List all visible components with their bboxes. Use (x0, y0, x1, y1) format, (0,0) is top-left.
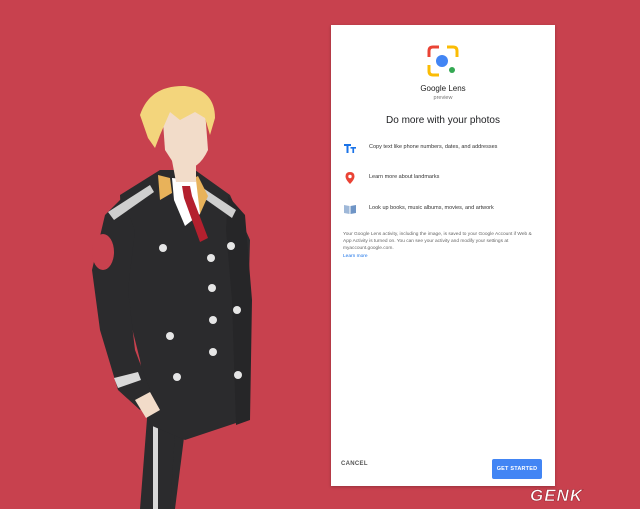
text-icon (344, 144, 356, 153)
feature-label: Learn more about landmarks (369, 174, 440, 180)
dialog-headline: Do more with your photos (386, 115, 500, 126)
learn-more-link[interactable]: Learn more (343, 254, 368, 259)
app-subtitle: preview (433, 95, 453, 101)
get-started-button[interactable]: GET STARTED (492, 459, 542, 479)
feature-landmarks: Learn more about landmarks (343, 171, 548, 185)
feature-label: Copy text like phone numbers, dates, and… (369, 144, 498, 150)
feature-copy-text: Copy text like phone numbers, dates, and… (343, 141, 548, 155)
feature-lookup: Look up books, music albums, movies, and… (343, 202, 548, 216)
svg-text:GENK: GENK (530, 486, 584, 505)
activity-disclaimer: Your Google Lens activity, including the… (343, 232, 532, 251)
genk-watermark-logo: GENK (530, 486, 584, 506)
book-icon (344, 205, 356, 214)
cancel-button[interactable]: CANCEL (341, 461, 368, 467)
location-pin-icon (345, 172, 355, 184)
lens-dialog: Google Lens preview Do more with your ph… (331, 25, 555, 486)
app-name: Google Lens (420, 84, 466, 93)
google-lens-logo-icon (427, 45, 459, 77)
feature-label: Look up books, music albums, movies, and… (369, 205, 494, 211)
character-illustration (92, 85, 252, 509)
